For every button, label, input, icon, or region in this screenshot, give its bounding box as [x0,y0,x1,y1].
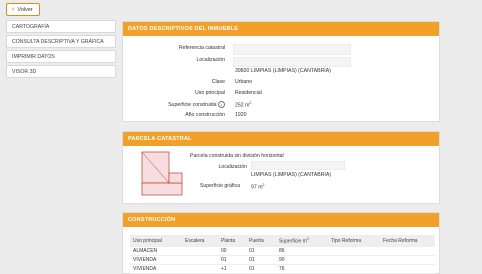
col-escalera: Escalera [182,235,218,247]
cell-fecha-reforma [380,246,435,257]
col-uso-principal: Uso principal [130,235,182,247]
cell-planta: 00 [218,246,246,257]
sidebar-item-label: VISOR 3D [12,68,37,75]
localizacion-value: 39820 LIMPIAS (LIMPIAS) (CANTABRIA) [235,68,331,74]
anio-construccion-value: 1920 [235,112,247,118]
referencia-label: Referencia catastral [178,45,225,51]
parcela-localizacion-label: Localización [218,164,247,170]
col-planta: Planta [218,235,246,247]
parcela-catastral-panel: PARCELA CATASTRAL Parcela construida sin… [122,131,440,204]
cell-puerta: 01 [246,255,276,266]
parcel-shape [141,182,183,196]
cell-superficie: 86 [276,246,328,257]
sidebar-item-visor-3d[interactable]: VISOR 3D [6,65,116,78]
info-icon[interactable]: i [218,101,225,108]
cell-superficie: 90 [276,255,328,266]
col-fecha-reforma: Fecha Reforma [380,235,435,247]
table-row: ALMACEN 00 01 86 [130,246,435,257]
cell-fecha-reforma [380,264,435,274]
parcela-catastral-header: PARCELA CATASTRAL [123,132,439,146]
uso-principal-label: Uso principal [195,90,225,96]
datos-descriptivos-panel: DATOS DESCRIPTIVOS DEL INMUEBLE Referenc… [122,21,440,122]
parcela-descripcion: Parcela construida sin división horizont… [190,153,284,159]
parcela-superficie-value: 97 m2 [251,183,265,191]
table-header-row: Uso principal Escalera Planta Puerta Sup… [130,235,435,247]
cell-puerta: 01 [246,264,276,274]
chevron-left-icon: ‹ [12,6,15,13]
superficie-construida-text: Superficie construida [168,101,217,108]
referencia-value-box [233,44,351,55]
cell-fecha-reforma [380,255,435,266]
sidebar-item-imprimir[interactable]: IMPRIMIR DATOS [6,50,116,63]
cell-escalera [182,255,218,266]
sidebar-item-cartografia[interactable]: CARTOGRAFÍA [6,20,116,33]
cell-tipo-reforma [328,264,380,274]
cell-escalera [182,264,218,274]
parcela-superficie-number: 97 m [251,184,263,191]
cell-superficie: 76 [276,264,328,274]
localizacion-box [233,57,351,67]
sidebar-item-consulta[interactable]: CONSULTA DESCRIPTIVA Y GRÁFICA [6,35,116,48]
uso-principal-value: Residencial [235,90,262,96]
sidebar-item-label: CONSULTA DESCRIPTIVA Y GRÁFICA [12,38,104,45]
datos-descriptivos-header: DATOS DESCRIPTIVOS DEL INMUEBLE [123,22,439,36]
sidebar: CARTOGRAFÍA CONSULTA DESCRIPTIVA Y GRÁFI… [6,20,116,80]
parcela-localizacion-value: LIMPIAS (LIMPIAS) (CANTABRIA) [251,172,332,178]
cell-tipo-reforma [328,246,380,257]
parcela-superficie-unit-superscript: 2 [262,183,265,187]
back-button-label: Volver [17,6,33,13]
table-row: VIVIENDA 01 01 90 [130,255,435,266]
parcela-superficie-label: Superficie gráfica [199,183,240,189]
col-puerta: Puerta [246,235,276,247]
col-superficie-text: Superficie m [279,238,307,245]
table-row: VIVIENDA +1 01 76 [130,264,435,274]
clase-label: Clase [211,79,225,85]
sidebar-item-label: CARTOGRAFÍA [12,23,50,30]
cell-puerta: 01 [246,246,276,257]
sidebar-item-label: IMPRIMIR DATOS [12,53,55,60]
col-superficie: Superficie m2 [276,235,328,247]
cell-tipo-reforma [328,255,380,266]
back-button[interactable]: ‹ Volver [6,3,40,16]
construccion-panel: CONSTRUCCIÓN Uso principal Escalera Plan… [122,212,440,274]
anio-construccion-label: Año construcción [185,112,225,118]
cell-uso: VIVIENDA [130,264,182,274]
parcela-localizacion-box [251,161,345,170]
parcel-map[interactable] [139,151,187,197]
parcel-shape [168,172,183,184]
cell-uso: VIVIENDA [130,255,182,266]
construccion-table: Uso principal Escalera Planta Puerta Sup… [130,235,435,274]
superficie-construida-number: 252 m [235,102,250,109]
col-superficie-unit-superscript: 2 [306,237,309,241]
cell-uso: ALMACEN [130,246,182,257]
clase-value: Urbano [235,79,253,85]
superficie-construida-label: Superficie construida i [125,101,225,108]
cell-planta: 01 [218,255,246,266]
construccion-header: CONSTRUCCIÓN [123,213,439,227]
superficie-construida-value: 252 m2 [235,101,251,109]
superficie-unit-superscript: 2 [249,101,252,105]
col-tipo-reforma: Tipo Reforma [328,235,380,247]
localizacion-label: Localización [196,57,225,63]
cell-escalera [182,246,218,257]
cell-planta: +1 [218,264,246,274]
